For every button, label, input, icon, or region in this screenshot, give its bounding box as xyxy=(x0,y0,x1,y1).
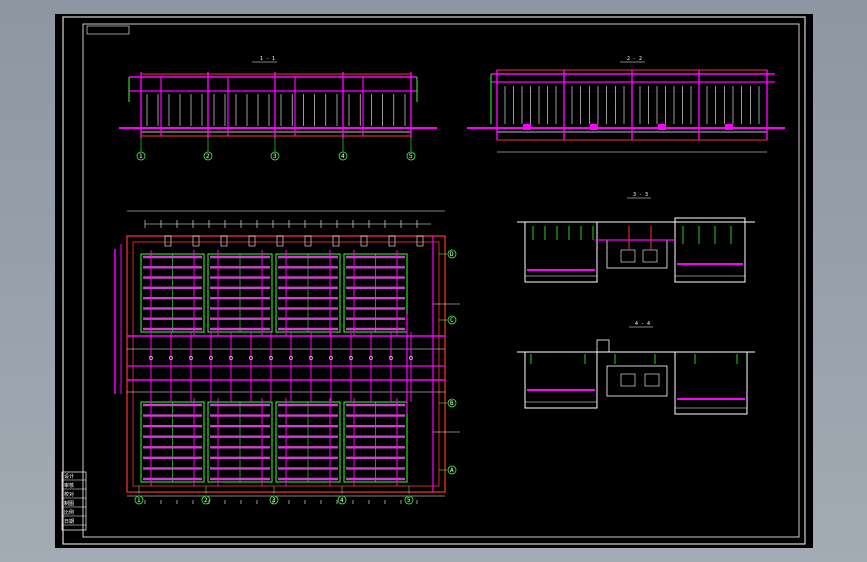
axis-label: B xyxy=(450,400,454,407)
valve xyxy=(590,124,598,130)
axis-label: 5 xyxy=(409,153,413,160)
axis-label: 1 xyxy=(137,497,141,504)
inlet-box xyxy=(248,235,256,247)
axis-label: 2 xyxy=(206,153,210,160)
pump-symbol xyxy=(620,373,636,387)
inlet-box xyxy=(164,235,172,247)
inlet-box xyxy=(360,235,368,247)
top-left-tag xyxy=(86,25,130,35)
drawing-viewport[interactable]: 设计 审核 校对 制图 比例 日期 1 - 1 1 2 3 4 5 2 - 2 1 2 … xyxy=(55,14,813,548)
axis-label: 3 xyxy=(272,497,276,504)
axis-label: 4 xyxy=(340,497,344,504)
view-2-section: 2 - 2 xyxy=(467,56,785,153)
title-row-label: 设计 xyxy=(64,473,74,480)
axis-label: 1 xyxy=(139,153,143,160)
cad-drawing: 设计审核校对制图比例日期 1 - 1 1 2 3 4 5 2 - 2 1 2 3 4 5… xyxy=(61,16,806,545)
title-row-label: 日期 xyxy=(64,519,74,525)
axis-label: 3 xyxy=(273,153,277,160)
title-row-label: 制图 xyxy=(64,500,74,507)
inlet-box xyxy=(416,235,424,247)
axis-label: 2 xyxy=(204,497,208,504)
inlet-box xyxy=(388,235,396,247)
valve xyxy=(658,124,666,130)
view-1-title: 1 - 1 xyxy=(260,56,275,62)
view-3-title: 3 - 3 xyxy=(633,192,648,198)
axis-label: C xyxy=(450,317,454,324)
view-4-section: 4 - 4 xyxy=(517,321,755,415)
valve xyxy=(523,124,531,130)
inlet-box xyxy=(192,235,200,247)
view-3-section: 3 - 3 xyxy=(517,192,755,283)
title-block: 设计审核校对制图比例日期 xyxy=(61,471,87,531)
title-row-label: 审核 xyxy=(64,482,74,489)
pump-symbol xyxy=(620,249,636,263)
view-4-title: 4 - 4 xyxy=(635,321,650,327)
plan-view: 1 2 3 4 5 D C B A xyxy=(114,210,460,505)
sheet-inner-border xyxy=(82,23,800,538)
axis-label: 5 xyxy=(407,497,411,504)
inlet-box xyxy=(332,235,340,247)
axis-label: 4 xyxy=(341,153,345,160)
inlet-box xyxy=(220,235,228,247)
valve xyxy=(725,124,733,130)
title-row-label: 校对 xyxy=(64,491,74,498)
view-2-title: 2 - 2 xyxy=(627,56,642,62)
inlet-box xyxy=(304,235,312,247)
view-1-section: 1 - 1 1 2 3 4 5 xyxy=(119,56,437,161)
pump-symbol xyxy=(644,373,660,387)
title-row-label: 比例 xyxy=(64,509,74,516)
inlet-box xyxy=(276,235,284,247)
sheet-border xyxy=(62,16,806,545)
axis-label: A xyxy=(450,467,454,474)
axis-label: D xyxy=(450,251,454,258)
pump-symbol xyxy=(642,249,658,263)
